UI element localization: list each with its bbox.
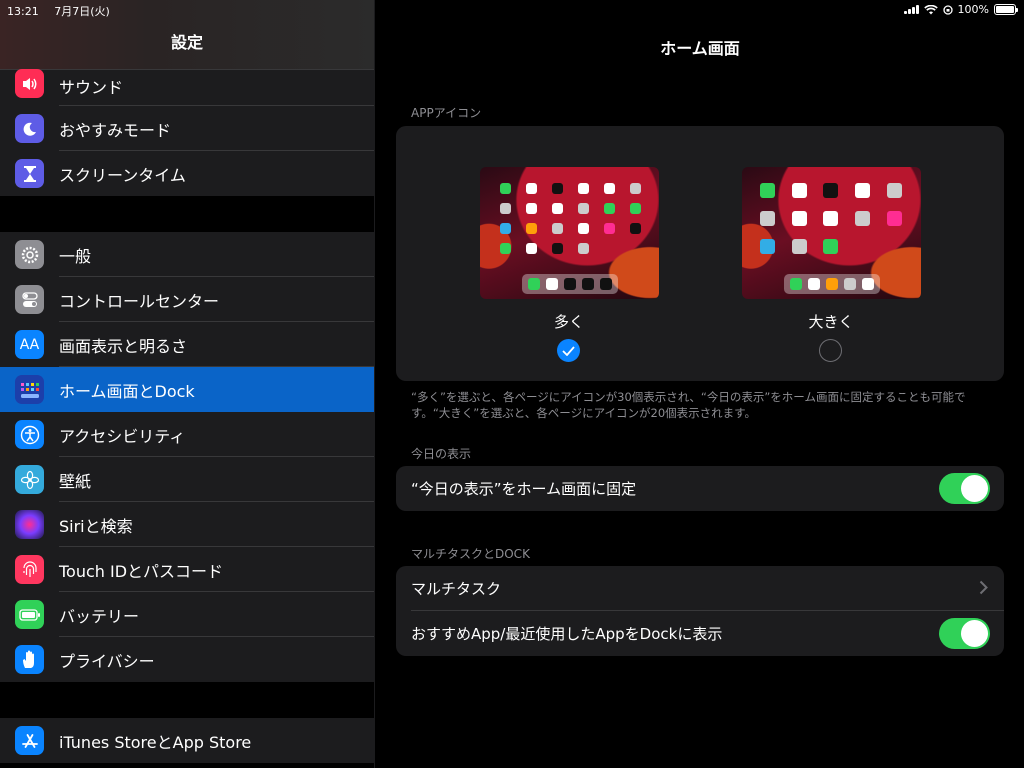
- speaker-icon: [15, 69, 44, 98]
- sidebar-group-3: iTunes StoreとApp Store: [0, 718, 374, 763]
- section-header-app-icons: APPアイコン: [411, 106, 482, 120]
- sidebar-item-general[interactable]: 一般: [0, 232, 374, 277]
- sidebar-item-label: コントロールセンター: [59, 291, 220, 311]
- sidebar-item-label: Siriと検索: [59, 516, 133, 536]
- moon-icon: [15, 114, 44, 143]
- sidebar-item-label: おやすみモード: [59, 120, 172, 140]
- multitask-label: マルチタスク: [411, 580, 502, 598]
- today-view-pin-label: “今日の表示”をホーム画面に固定: [411, 480, 637, 498]
- sidebar-item-label: スクリーンタイム: [59, 165, 186, 185]
- preview-dock: [783, 274, 880, 294]
- status-bar-right: 100%: [903, 3, 1018, 16]
- chevron-right-icon: [979, 580, 988, 595]
- text-size-icon: AA: [15, 330, 44, 359]
- app-store-icon: [15, 726, 44, 755]
- sidebar-item-accessibility[interactable]: アクセシビリティ: [0, 412, 374, 457]
- sidebar-item-label: Touch IDとパスコード: [59, 561, 224, 581]
- today-view-card: “今日の表示”をホーム画面に固定: [396, 466, 1004, 511]
- radio-unselected-icon[interactable]: [819, 339, 842, 362]
- app-icon-size-card: 多く 大きく: [396, 126, 1004, 381]
- sidebar-item-battery[interactable]: バッテリー: [0, 592, 374, 637]
- sidebar-item-label: サウンド: [59, 78, 124, 97]
- sidebar-item-label: アクセシビリティ: [59, 426, 186, 446]
- status-time: 13:21: [7, 5, 39, 18]
- today-view-pin-toggle[interactable]: [939, 473, 990, 504]
- sidebar-item-label: 画面表示と明るさ: [59, 336, 188, 356]
- today-view-pin-row: “今日の表示”をホーム画面に固定: [396, 466, 1004, 511]
- sidebar-item-do-not-disturb[interactable]: おやすみモード: [0, 106, 374, 151]
- option-more-label: 多く: [553, 313, 584, 331]
- status-bar-left: 13:21 7月7日(火): [7, 3, 122, 19]
- section-header-today: 今日の表示: [411, 447, 472, 461]
- accessibility-icon: [15, 420, 44, 449]
- sidebar-item-label: iTunes StoreとApp Store: [59, 732, 252, 752]
- sidebar-item-label: 壁紙: [59, 471, 92, 491]
- multitask-dock-card: マルチタスク おすすめApp/最近使用したAppをDockに表示: [396, 566, 1004, 656]
- suggested-apps-label: おすすめApp/最近使用したAppをDockに表示: [411, 625, 723, 643]
- sidebar-item-control-center[interactable]: コントロールセンター: [0, 277, 374, 322]
- icon-size-description: “多く”を選ぶと、各ページにアイコンが30個表示され、“今日の表示”をホーム画面…: [411, 390, 966, 420]
- sidebar-item-label: プライバシー: [59, 651, 155, 671]
- checkmark-selected-icon[interactable]: [557, 339, 580, 362]
- sidebar-item-touch-id-passcode[interactable]: Touch IDとパスコード: [0, 547, 374, 592]
- wifi-icon: [923, 4, 938, 14]
- sidebar-item-siri-search[interactable]: Siriと検索: [0, 502, 374, 547]
- sidebar-item-wallpaper[interactable]: 壁紙: [0, 457, 374, 502]
- sidebar-item-label: ホーム画面とDock: [59, 381, 195, 401]
- multitask-row[interactable]: マルチタスク: [396, 566, 1004, 611]
- hourglass-icon: [15, 159, 44, 188]
- hand-icon: [15, 645, 44, 674]
- fingerprint-icon: [15, 555, 44, 584]
- battery-icon: [994, 4, 1018, 15]
- battery-percent: 100%: [957, 3, 989, 16]
- home-grid-icon: [15, 375, 44, 404]
- sidebar-item-sound[interactable]: サウンド: [0, 69, 374, 106]
- sidebar-item-home-screen-dock[interactable]: ホーム画面とDock: [0, 367, 374, 412]
- sidebar-item-label: バッテリー: [59, 606, 140, 626]
- flower-icon: [15, 465, 44, 494]
- sidebar-item-itunes-app-store[interactable]: iTunes StoreとApp Store: [0, 718, 374, 763]
- sidebar-group-1: サウンド おやすみモード スクリーンタイム: [0, 69, 374, 196]
- switches-icon: [15, 285, 44, 314]
- suggested-apps-row: おすすめApp/最近使用したAppをDockに表示: [396, 611, 1004, 656]
- battery-icon: [15, 600, 44, 629]
- page-title: ホーム画面: [660, 39, 740, 58]
- orientation-lock-icon: [942, 4, 953, 15]
- suggested-apps-toggle[interactable]: [939, 618, 990, 649]
- home-screen-settings: ホーム画面 APPアイコン 多く 大きく “多く”を選ぶと、各ページにアイコンが…: [376, 0, 1024, 768]
- settings-sidebar: 設定 サウンド おやすみモード スクリーンタイム 一般 コントロールセンター A…: [0, 0, 375, 768]
- preview-dock: [521, 274, 618, 294]
- gear-icon: [15, 240, 44, 269]
- status-date: 7月7日(火): [54, 5, 110, 18]
- signal-icon: [903, 5, 919, 14]
- sidebar-item-label: 一般: [59, 246, 92, 266]
- sidebar-item-screen-time[interactable]: スクリーンタイム: [0, 151, 374, 196]
- sidebar-title: 設定: [170, 33, 203, 52]
- preview-bigger-icons: [742, 167, 921, 299]
- sidebar-item-display-brightness[interactable]: AA 画面表示と明るさ: [0, 322, 374, 367]
- option-bigger-label: 大きく: [808, 313, 854, 331]
- sidebar-item-privacy[interactable]: プライバシー: [0, 637, 374, 682]
- section-header-multitask: マルチタスクとDOCK: [411, 547, 530, 561]
- siri-icon: [15, 510, 44, 539]
- sidebar-group-2: 一般 コントロールセンター AA 画面表示と明るさ ホーム画面とDock アクセ…: [0, 232, 374, 682]
- preview-more-icons: [480, 167, 659, 299]
